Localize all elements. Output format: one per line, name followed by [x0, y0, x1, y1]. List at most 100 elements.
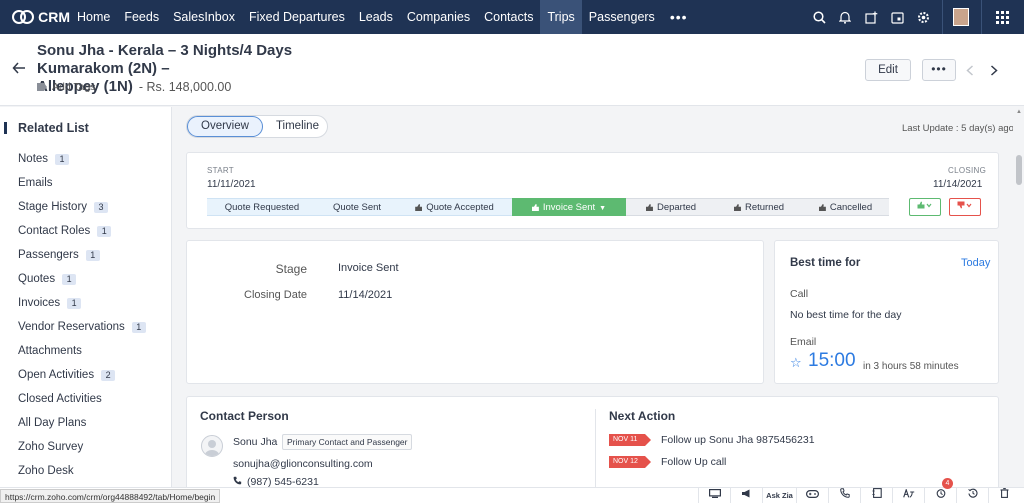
sidebar-item-attachments[interactable]: Attachments — [18, 339, 146, 363]
thumbs-up-icon — [645, 203, 653, 211]
closing-date-field-value[interactable]: 11/14/2021 — [338, 289, 392, 301]
sidebar-item-count-badge: 1 — [97, 225, 112, 237]
sidebar-item-zoho-desk[interactable]: Zoho Desk — [18, 459, 146, 483]
gamepad-icon[interactable] — [796, 488, 828, 503]
nav-feeds[interactable]: Feeds — [117, 0, 166, 34]
stage-step-cancelled[interactable]: Cancelled — [802, 198, 889, 216]
sidebar-item-notes[interactable]: Notes 1 — [18, 147, 146, 171]
apps-grid-icon[interactable] — [988, 10, 1016, 24]
next-action-date: NOV 12 — [609, 456, 651, 468]
stage-step-quote-sent[interactable]: Quote Sent — [317, 198, 397, 216]
sidebar-item-vendor-reservations[interactable]: Vendor Reservations 1 — [18, 315, 146, 339]
stage-step-quote-requested[interactable]: Quote Requested — [207, 198, 317, 216]
previous-record-icon[interactable] — [966, 63, 974, 79]
next-action-item[interactable]: NOV 11 Follow up Sonu Jha 9875456231 — [609, 434, 815, 446]
sidebar-item-closed-activities[interactable]: Closed Activities — [18, 387, 146, 411]
stage-step-label: Returned — [744, 202, 785, 213]
user-avatar[interactable] — [953, 8, 969, 26]
sidebar-item-label: Quotes — [18, 273, 56, 285]
thumbs-up-icon — [531, 203, 539, 211]
calendar-icon[interactable] — [884, 0, 910, 34]
nav-salesinbox[interactable]: SalesInbox — [166, 0, 242, 34]
back-arrow-icon[interactable] — [12, 61, 26, 79]
stage-field-label: Stage — [275, 262, 307, 276]
nav-trips[interactable]: Trips — [540, 0, 582, 34]
mark-lost-button[interactable] — [949, 198, 981, 216]
nav-passengers[interactable]: Passengers — [582, 0, 662, 34]
related-list-items: Notes 1 Emails Stage History 3 Contact Roles 1… — [18, 147, 146, 483]
sidebar-item-count-badge: 2 — [101, 369, 116, 381]
stage-step-quote-accepted[interactable]: Quote Accepted — [397, 198, 512, 216]
closing-date-field-label: Closing Date — [244, 289, 307, 301]
gear-icon[interactable] — [910, 0, 936, 34]
start-date: 11/11/2021 — [207, 179, 256, 190]
add-tags-link[interactable]: Add Tags — [37, 81, 96, 93]
screen-share-icon[interactable] — [698, 488, 730, 503]
phone-handset-icon[interactable] — [828, 488, 860, 503]
nav-fixed-departures[interactable]: Fixed Departures — [242, 0, 352, 34]
stage-step-returned[interactable]: Returned — [716, 198, 802, 216]
contact-name-link[interactable]: Sonu Jha — [233, 436, 277, 448]
add-entry-icon[interactable] — [858, 0, 884, 34]
edit-button[interactable]: Edit — [865, 59, 911, 81]
best-time-day-dropdown[interactable]: Today — [961, 257, 990, 269]
scroll-up-icon[interactable]: ▲ — [1016, 109, 1022, 115]
nav-more-button[interactable]: ••• — [662, 0, 696, 34]
sidebar-item-label: Attachments — [18, 345, 82, 357]
sidebar-item-invoices[interactable]: Invoices 1 — [18, 291, 146, 315]
sidebar-item-zoho-survey[interactable]: Zoho Survey — [18, 435, 146, 459]
chevron-down-icon[interactable]: ▼ — [599, 200, 606, 218]
stage-step-label: Quote Sent — [332, 202, 382, 213]
stage-field-value[interactable]: Invoice Sent — [338, 262, 399, 274]
contact-person-title: Contact Person — [200, 409, 289, 423]
record-more-button[interactable]: ••• — [922, 59, 956, 81]
sidebar-item-label: Invoices — [18, 297, 61, 309]
search-icon[interactable] — [806, 0, 832, 34]
stage-step-label: Departed — [656, 202, 697, 213]
mark-won-button[interactable] — [909, 198, 941, 216]
record-price: - Rs. 148,000.00 — [138, 80, 232, 94]
contact-email-link[interactable]: sonujha@glionconsulting.com — [233, 458, 373, 470]
sidebar-item-label: Passengers — [18, 249, 79, 261]
bell-icon[interactable] — [832, 0, 858, 34]
page-scrollbar[interactable]: ▲ — [1013, 107, 1024, 487]
tab-timeline[interactable]: Timeline — [263, 116, 332, 137]
nav-companies[interactable]: Companies — [400, 0, 477, 34]
alarm-clock-icon[interactable]: 4 — [924, 478, 956, 503]
sidebar-item-label: Contact Roles — [18, 225, 91, 237]
tab-overview[interactable]: Overview — [187, 116, 263, 137]
contacts-book-icon[interactable] — [860, 488, 892, 503]
thumbs-up-icon — [733, 203, 741, 211]
view-tabs: Overview Timeline — [186, 115, 328, 138]
collapse-sidebar-icon[interactable] — [4, 122, 7, 134]
crm-logo[interactable]: CRM — [0, 0, 70, 34]
thumbs-up-icon — [818, 203, 826, 211]
trash-icon[interactable] — [988, 488, 1020, 503]
nav-home[interactable]: Home — [70, 0, 117, 34]
history-icon[interactable] — [956, 488, 988, 503]
sidebar-item-all-day-plans[interactable]: All Day Plans — [18, 411, 146, 435]
related-list-heading[interactable]: Related List — [4, 121, 89, 135]
nav-leads[interactable]: Leads — [352, 0, 400, 34]
stage-step-departed[interactable]: Departed — [626, 198, 716, 216]
email-label: Email — [790, 336, 817, 348]
next-record-icon[interactable] — [990, 63, 998, 79]
contact-action-card: Contact Person Sonu Jha Primary Contact … — [186, 396, 999, 491]
notification-count-badge: 4 — [942, 478, 953, 489]
sidebar-item-label: Zoho Desk — [18, 465, 74, 477]
sidebar-item-emails[interactable]: Emails — [18, 171, 146, 195]
announcement-icon[interactable] — [730, 488, 762, 503]
stage-step-label: Quote Accepted — [426, 202, 494, 213]
sidebar-item-passengers[interactable]: Passengers 1 — [18, 243, 146, 267]
scrollbar-thumb[interactable] — [1016, 155, 1022, 185]
add-tags-label: Add Tags — [52, 81, 96, 93]
sidebar-item-contact-roles[interactable]: Contact Roles 1 — [18, 219, 146, 243]
sidebar-item-quotes[interactable]: Quotes 1 — [18, 267, 146, 291]
sidebar-item-stage-history[interactable]: Stage History 3 — [18, 195, 146, 219]
nav-contacts[interactable]: Contacts — [477, 0, 540, 34]
next-action-item[interactable]: NOV 12 Follow Up call — [609, 456, 726, 468]
translate-icon[interactable] — [892, 488, 924, 503]
stage-step-invoice-sent[interactable]: Invoice Sent ▼ — [512, 198, 626, 216]
ask-zia-button[interactable]: Ask Zia — [762, 488, 796, 503]
sidebar-item-open-activities[interactable]: Open Activities 2 — [18, 363, 146, 387]
